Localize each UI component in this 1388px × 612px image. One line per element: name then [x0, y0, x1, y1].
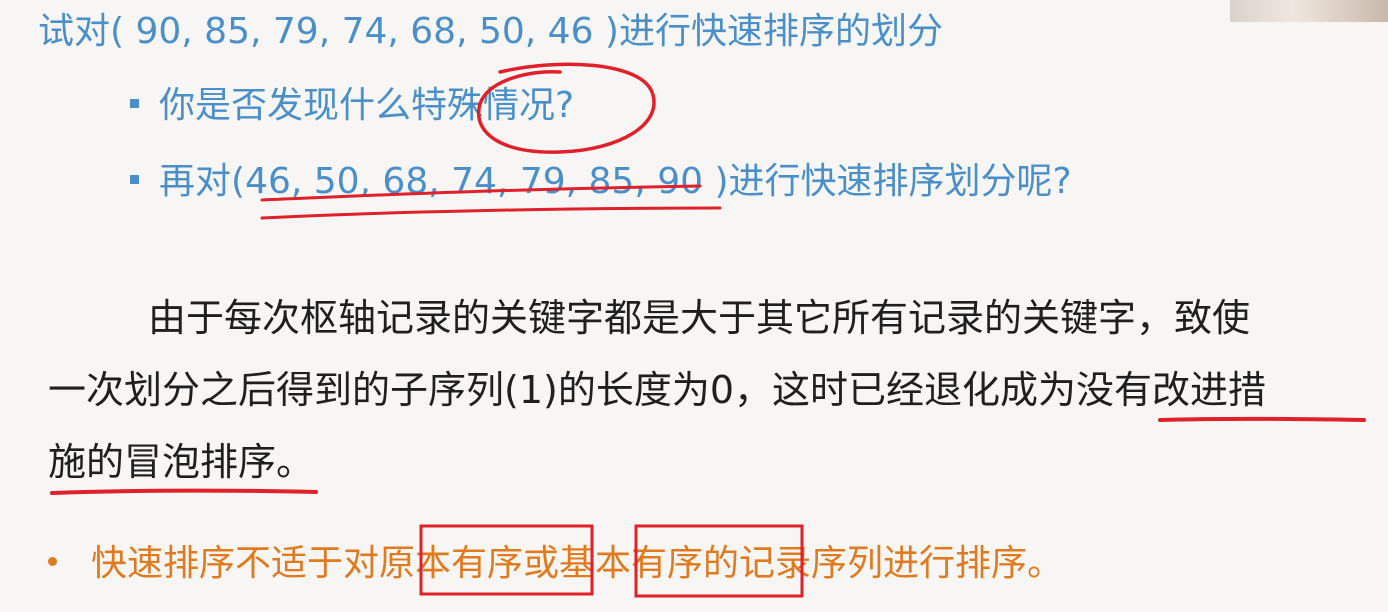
bullet-item-1: 你是否发现什么特殊情况?: [130, 80, 574, 132]
square-bullet-icon: [130, 174, 139, 184]
webcam-overlay: [1230, 0, 1388, 22]
bullet-text: 再对(46, 50, 68, 74, 79, 85, 90 )进行快速排序划分呢…: [159, 161, 1072, 202]
note-item: 快速排序不适于对原本有序或基本有序的记录序列进行排序。: [48, 536, 1063, 592]
paragraph-line-3: 施的冒泡排序。: [48, 440, 315, 484]
bullet-text: 你是否发现什么特殊情况?: [159, 85, 575, 126]
square-bullet-icon: [130, 98, 139, 108]
handdrawn-underline-annotation: [260, 206, 722, 220]
slide-title: 试对( 90, 85, 79, 74, 68, 50, 46 )进行快速排序的划…: [38, 11, 943, 52]
explanation-paragraph: 由于每次枢轴记录的关键字都是大于其它所有记录的关键字，致使 一次划分之后得到的子…: [48, 282, 1368, 498]
note-text: 快速排序不适于对原本有序或基本有序的记录序列进行排序。: [91, 543, 1064, 584]
bullet-item-2: 再对(46, 50, 68, 74, 79, 85, 90 )进行快速排序划分呢…: [130, 156, 1072, 208]
paragraph-line-2: 一次划分之后得到的子序列(1)的长度为0，这时已经退化成为没有改进措: [48, 368, 1267, 412]
round-bullet-icon: [48, 556, 57, 566]
paragraph-line-1: 由于每次枢轴记录的关键字都是大于其它所有记录的关键字，致使: [148, 296, 1251, 340]
slide: 试对( 90, 85, 79, 74, 68, 50, 46 )进行快速排序的划…: [0, 0, 1388, 612]
